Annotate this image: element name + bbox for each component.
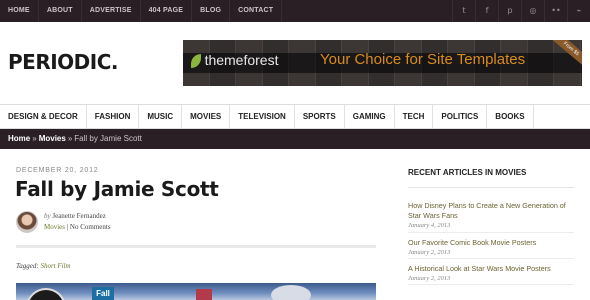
topnav-404-link[interactable]: 404 Page [141,0,193,22]
topnav-contact-link[interactable]: Contact [230,0,283,22]
main-navigation: Design & Decor Fashion Music Movies Tele… [0,104,590,129]
topnav-advertise-link[interactable]: Advertise [82,0,141,22]
sidebar-divider [408,187,574,188]
topnav-home-link[interactable]: Home [0,0,39,22]
sidebar-article: Our Favorite Comic Book Movie Posters Ja… [408,238,574,256]
nav-tech[interactable]: Tech [395,105,434,128]
banner-brand: themeforest [189,52,279,68]
sidebar-item-divider [408,258,574,259]
sidebar-item-divider [408,284,574,285]
banner-brand-text: themeforest [204,52,279,68]
author-avatar[interactable] [16,211,38,233]
post-meta: Movies | No Comments [44,223,111,231]
topnav-about-link[interactable]: About [39,0,82,22]
post-title: Fall by Jamie Scott [15,177,219,201]
post-comments-link[interactable]: No Comments [70,223,111,231]
breadcrumb-current: Fall by Jamie Scott [74,134,142,143]
sidebar-article-link[interactable]: A Historical Look at Star Wars Movie Pos… [408,264,574,274]
sidebar-article-link[interactable]: Our Favorite Comic Book Movie Posters [408,238,574,248]
sidebar-article-date: January 2, 2013 [408,275,451,282]
topnav-blog-link[interactable]: Blog [192,0,231,22]
flickr-icon[interactable]: •• [544,0,567,22]
post-tags: Tagged: Short Film [16,262,71,270]
nav-politics[interactable]: Politics [433,105,488,128]
top-bar: Home About Advertise 404 Page Blog Conta… [0,0,590,22]
nav-television[interactable]: Television [230,105,295,128]
hero-tree [271,285,311,300]
hero-poster-label: Fall [92,287,114,300]
nav-sports[interactable]: Sports [295,105,345,128]
sidebar-article: A Historical Look at Star Wars Movie Pos… [408,264,574,282]
sidebar-article-date: January 4, 2013 [408,222,451,229]
author-name-link[interactable]: Jeanette Fernandez [52,212,105,220]
byline-prefix: by [44,212,51,220]
sidebar-article-date: January 2, 2013 [408,249,451,256]
twitter-icon[interactable]: t [452,0,475,22]
nav-books[interactable]: Books [487,105,534,128]
nav-gaming[interactable]: Gaming [345,105,395,128]
ad-banner[interactable]: themeforest Your Choice for Site Templat… [183,40,582,86]
rss-icon[interactable]: ⌁ [567,0,590,22]
nav-music[interactable]: Music [139,105,183,128]
tag-link[interactable]: Short Film [40,262,70,270]
hero-red-shape [196,289,212,300]
breadcrumb-separator: » [32,134,37,143]
facebook-icon[interactable]: f [475,0,498,22]
post-date: December 20, 2012 [16,167,99,174]
sidebar-heading: Recent Articles in Movies [408,168,527,177]
post-hero-image: Fall [16,283,376,300]
banner-tagline: Your Choice for Site Templates [320,51,526,68]
breadcrumb-separator: » [67,134,73,143]
post-category-link[interactable]: Movies [44,223,65,231]
instagram-icon[interactable]: ◎ [521,0,544,22]
breadcrumb-home-link[interactable]: Home [8,134,30,143]
tagged-label: Tagged: [16,262,39,270]
nav-movies[interactable]: Movies [182,105,231,128]
post-byline: by Jeanette Fernandez [44,212,106,220]
nav-design-decor[interactable]: Design & Decor [0,105,87,128]
breadcrumb-section-link[interactable]: Movies [39,134,66,143]
sidebar-item-divider [408,232,574,233]
divider [16,245,376,248]
top-navigation: Home About Advertise 404 Page Blog Conta… [0,0,283,22]
pinterest-icon[interactable]: p [498,0,521,22]
site-logo[interactable]: PERIODIC. [8,50,118,74]
sidebar-article-link[interactable]: How Disney Plans to Create a New Generat… [408,201,574,221]
social-links: t f p ◎ •• ⌁ [452,0,590,22]
nav-fashion[interactable]: Fashion [87,105,140,128]
hero-film-reel [26,288,66,300]
sidebar-article: How Disney Plans to Create a New Generat… [408,201,574,229]
breadcrumb: Home» Movies» Fall by Jamie Scott [0,129,590,149]
